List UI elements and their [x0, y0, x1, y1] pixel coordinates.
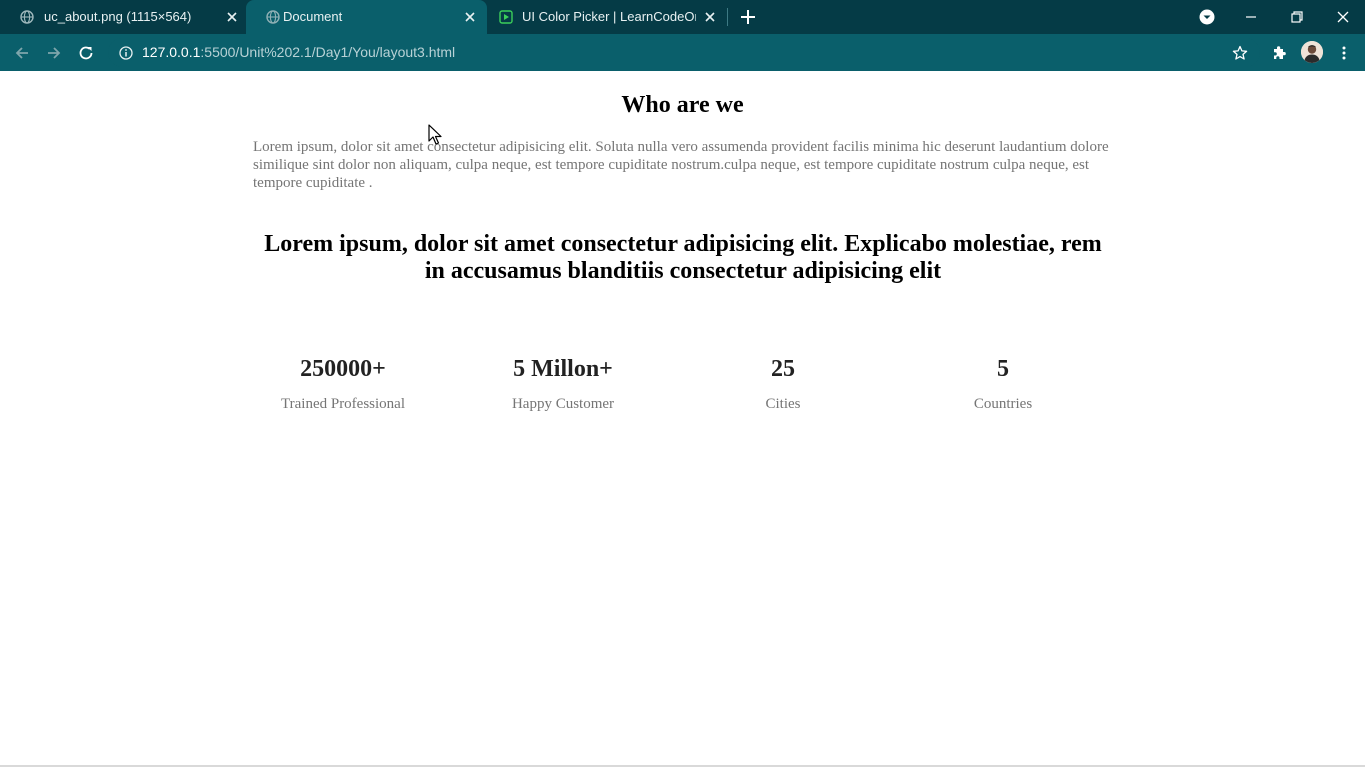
- page-title: Who are we: [621, 92, 744, 118]
- stat-label: Cities: [765, 396, 801, 412]
- headline: Lorem ipsum, dolor sit amet consectetur …: [264, 231, 1102, 284]
- stat-label: Countries: [973, 396, 1033, 412]
- url-host: 127.0.0.1: [142, 44, 201, 60]
- tab-title: Document: [283, 9, 343, 24]
- browser-toolbar: 127.0.0.1:5500/Unit%202.1/Day1/You/layou…: [0, 34, 1365, 71]
- tab-ui-color-picker[interactable]: UI Color Picker | LearnCodeOnline: [487, 0, 727, 34]
- globe-icon: [266, 10, 280, 24]
- close-icon[interactable]: [224, 9, 240, 25]
- tab-strip: uc_about.png (1115×564) Document UI Colo…: [0, 0, 1365, 34]
- mouse-cursor-icon: [428, 124, 442, 145]
- tab-document[interactable]: Document: [246, 0, 487, 34]
- profile-avatar[interactable]: [1301, 41, 1323, 63]
- stat-value: 25: [771, 356, 795, 382]
- back-icon[interactable]: [10, 41, 34, 65]
- bookmark-star-icon[interactable]: [1228, 41, 1252, 65]
- intro-paragraph: Lorem ipsum, dolor sit amet consectetur …: [253, 139, 1109, 191]
- stat-trained-professional: 250000+ Trained Professional: [233, 354, 453, 413]
- stat-value: 5 Millon+: [513, 356, 613, 382]
- close-icon[interactable]: [462, 9, 478, 25]
- new-tab-button[interactable]: [738, 7, 758, 27]
- stat-countries: 5 Countries: [893, 354, 1113, 413]
- stat-happy-customer: 5 Millon+ Happy Customer: [453, 354, 673, 413]
- stat-label: Trained Professional: [280, 396, 406, 412]
- tab-uc-about[interactable]: uc_about.png (1115×564): [0, 0, 246, 34]
- tab-title: uc_about.png (1115×564): [44, 9, 192, 24]
- info-icon[interactable]: [118, 45, 134, 61]
- stat-label: Happy Customer: [511, 396, 615, 412]
- close-window-icon[interactable]: [1331, 5, 1355, 29]
- url-path: :5500/Unit%202.1/Day1/You/layout3.html: [200, 44, 456, 60]
- globe-icon: [20, 10, 34, 24]
- stat-cities: 25 Cities: [673, 354, 893, 413]
- more-menu-icon[interactable]: [1332, 41, 1356, 65]
- extensions-puzzle-icon[interactable]: [1267, 41, 1291, 65]
- tab-separator: [727, 8, 728, 26]
- stat-value: 5: [997, 356, 1009, 382]
- url-text[interactable]: 127.0.0.1:5500/Unit%202.1/Day1/You/layou…: [142, 44, 455, 60]
- forward-icon[interactable]: [42, 41, 66, 65]
- reload-icon[interactable]: [74, 41, 98, 65]
- play-icon: [499, 10, 513, 24]
- minimize-icon[interactable]: [1239, 5, 1263, 29]
- tab-search-icon[interactable]: [1195, 5, 1219, 29]
- page-viewport: Who are we Lorem ipsum, dolor sit amet c…: [0, 71, 1365, 767]
- close-icon[interactable]: [702, 9, 718, 25]
- tab-title: UI Color Picker | LearnCodeOnline: [522, 9, 696, 24]
- restore-icon[interactable]: [1285, 5, 1309, 29]
- address-bar[interactable]: 127.0.0.1:5500/Unit%202.1/Day1/You/layou…: [108, 38, 1260, 67]
- stat-value: 250000+: [300, 356, 386, 382]
